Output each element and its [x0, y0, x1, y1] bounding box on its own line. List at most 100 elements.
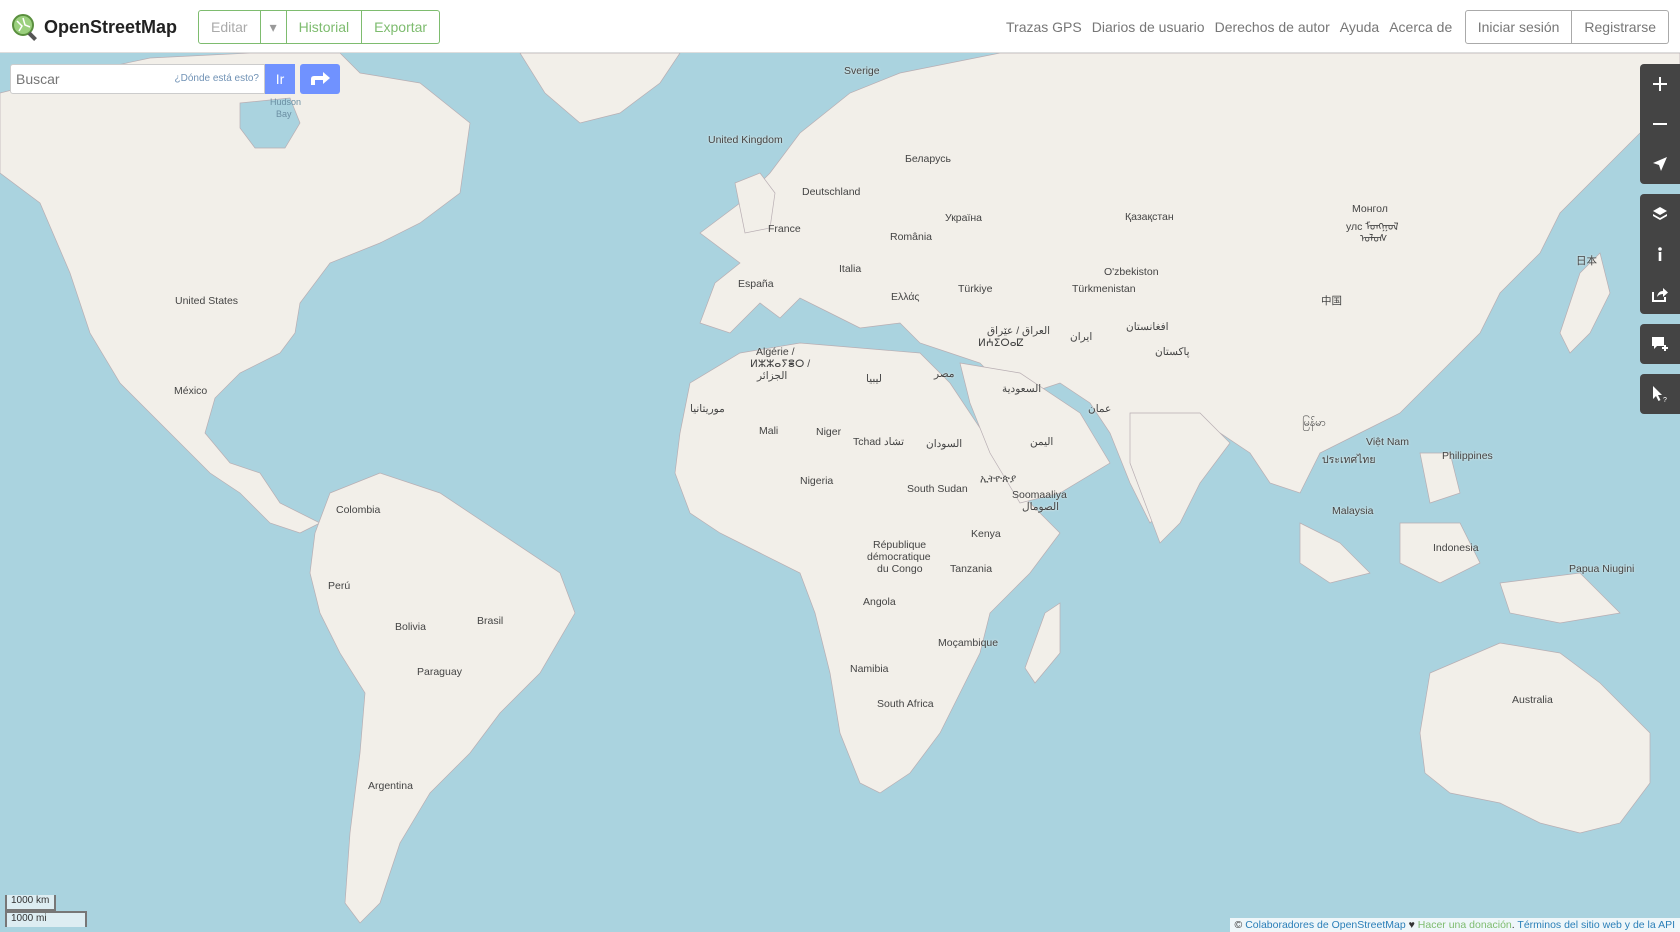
directions-icon — [311, 72, 330, 85]
scale-bar: 1000 km 1000 mi — [5, 895, 87, 927]
query-cursor-icon: ? — [1653, 386, 1667, 403]
share-icon — [1652, 288, 1668, 302]
header: OpenStreetMap Editar ▾ Historial Exporta… — [0, 0, 1680, 53]
map-label: Қазақстан — [1125, 211, 1174, 223]
nav-user-diaries[interactable]: Diarios de usuario — [1092, 19, 1205, 35]
map-label: မြန်မာ — [1302, 417, 1326, 429]
main-nav: Trazas GPS Diarios de usuario Derechos d… — [1001, 0, 1457, 53]
map-label: Niger — [816, 426, 842, 438]
map-label: ⵍⵣⵣⴰⵢⴻⵔ / — [750, 358, 811, 370]
map-label: موريتانيا — [690, 403, 725, 415]
map-label: عمان — [1088, 403, 1112, 415]
nav-gps-traces[interactable]: Trazas GPS — [1006, 19, 1082, 35]
query-features-button[interactable]: ? — [1640, 374, 1680, 414]
map-label: Brasil — [477, 615, 504, 627]
minus-icon — [1653, 123, 1667, 125]
brand-name[interactable]: OpenStreetMap — [44, 17, 177, 38]
zoom-in-button[interactable] — [1640, 64, 1680, 104]
panel-controls — [1640, 194, 1680, 314]
map-label: Bolivia — [395, 621, 426, 633]
map-label: Philippines — [1442, 450, 1493, 462]
zoom-controls — [1640, 64, 1680, 184]
map-label: الصومال — [1022, 501, 1060, 513]
contributors-link[interactable]: Colaboradores de OpenStreetMap — [1245, 919, 1406, 931]
nav-about[interactable]: Acerca de — [1389, 19, 1452, 35]
terms-link[interactable]: Términos del sitio web y de la API — [1517, 919, 1675, 931]
map-label: South Africa — [877, 698, 934, 710]
directions-button[interactable] — [300, 64, 340, 94]
edit-toolbar: Editar ▾ Historial Exportar — [198, 10, 441, 44]
donate-link[interactable]: Hacer una donación — [1418, 919, 1512, 931]
history-button[interactable]: Historial — [286, 10, 363, 44]
map-label: العراق / عێراق — [987, 325, 1051, 337]
map-label: Tchad تشاد — [853, 436, 905, 448]
auth-buttons: Iniciar sesión Registrarse — [1464, 10, 1669, 44]
map-label: United States — [175, 295, 239, 307]
locate-button[interactable] — [1640, 144, 1680, 184]
map-canvas[interactable]: Hudson Bay Sverige United Kingdom Белару… — [0, 53, 1680, 932]
where-is-this-link[interactable]: ¿Dónde está esto? — [175, 73, 260, 84]
map-label: 日本 — [1576, 255, 1597, 267]
share-button[interactable] — [1640, 274, 1680, 314]
map-label: Malaysia — [1332, 505, 1374, 517]
world-map — [0, 53, 1680, 932]
edit-dropdown-button[interactable]: ▾ — [260, 10, 287, 44]
map-key-button[interactable] — [1640, 234, 1680, 274]
map-label: ประเทศไทย — [1322, 454, 1376, 466]
map-label: السعودية — [1002, 383, 1042, 395]
layers-icon — [1653, 207, 1667, 220]
map-label: Bay — [276, 109, 292, 119]
zoom-out-button[interactable] — [1640, 104, 1680, 144]
attribution: © Colaboradores de OpenStreetMap ♥ Hacer… — [1229, 918, 1680, 932]
map-label: Moçambique — [938, 637, 999, 649]
map-label: O'zbekiston — [1104, 266, 1159, 278]
nav-copyright[interactable]: Derechos de autor — [1215, 19, 1330, 35]
map-label: Tanzania — [950, 563, 993, 575]
map-label: Argentina — [368, 780, 413, 792]
map-label: România — [890, 231, 933, 243]
map-label: ایران — [1070, 331, 1093, 343]
map-label: Soomaaliya — [1012, 489, 1067, 501]
info-icon — [1658, 247, 1662, 261]
map-label: Paraguay — [417, 666, 462, 678]
query-controls: ? — [1640, 374, 1680, 414]
export-button[interactable]: Exportar — [362, 10, 441, 44]
map-label: Perú — [328, 580, 351, 592]
map-label: السودان — [926, 438, 963, 450]
map-label: اليمن — [1030, 436, 1054, 448]
login-button[interactable]: Iniciar sesión — [1464, 10, 1573, 44]
map-label: مصر — [934, 368, 955, 380]
scale-metric: 1000 km — [5, 895, 56, 911]
map-label: Algérie / — [756, 346, 795, 358]
nav-help[interactable]: Ayuda — [1340, 19, 1379, 35]
heart-text: ♥ — [1405, 919, 1418, 931]
map-label: du Congo — [877, 563, 923, 575]
map-label: Papua Niugini — [1569, 563, 1635, 575]
map-label: Sverige — [844, 65, 880, 77]
map-label: Україна — [945, 212, 983, 224]
edit-button[interactable]: Editar — [198, 10, 261, 44]
map-label: France — [768, 223, 801, 235]
map-label: Deutschland — [802, 186, 861, 198]
map-label: United Kingdom — [708, 134, 783, 146]
map-label: Ελλάς — [891, 291, 920, 303]
scale-imperial: 1000 mi — [5, 911, 87, 927]
layers-button[interactable] — [1640, 194, 1680, 234]
signup-button[interactable]: Registrarse — [1572, 10, 1669, 44]
add-note-button[interactable] — [1640, 324, 1680, 364]
search-go-button[interactable]: Ir — [265, 64, 295, 94]
search-input[interactable] — [11, 65, 171, 93]
map-label: Nigeria — [800, 475, 834, 487]
map-label: Türkmenistan — [1072, 283, 1136, 295]
map-label: ⵍⵄⵉⵔⴰⵇ — [978, 337, 1024, 349]
brand[interactable]: OpenStreetMap — [10, 12, 177, 42]
map-label: Беларусь — [905, 153, 951, 165]
map-label: Colombia — [336, 504, 381, 516]
map-label: République — [873, 539, 927, 551]
map-label: Angola — [863, 596, 896, 608]
map-label: Türkiye — [958, 283, 993, 295]
search-box: ¿Dónde está esto? — [10, 64, 265, 94]
map-label: Mali — [759, 425, 779, 437]
map-label: 中国 — [1321, 295, 1342, 307]
location-arrow-icon — [1653, 157, 1667, 171]
